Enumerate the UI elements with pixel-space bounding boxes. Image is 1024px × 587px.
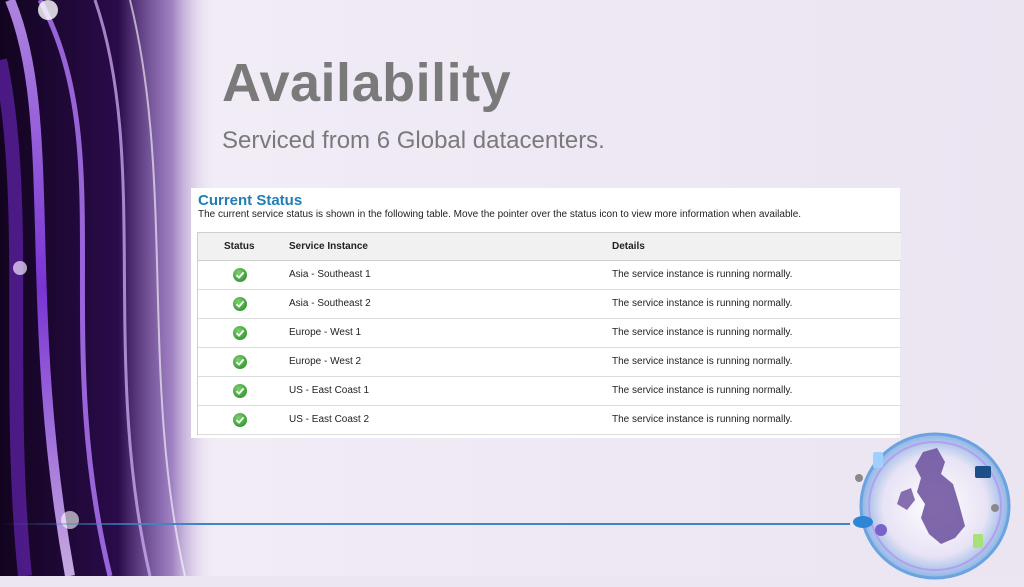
status-table: Status Service Instance Details Asia - S… [197, 232, 901, 435]
service-instance-name: Europe - West 2 [289, 356, 362, 367]
service-instance-name: Asia - Southeast 1 [289, 269, 371, 280]
service-instance-name: US - East Coast 1 [289, 385, 370, 396]
table-header-row: Status Service Instance Details [198, 233, 901, 261]
service-details: The service instance is running normally… [612, 327, 793, 338]
table-row: Asia - Southeast 2 The service instance … [198, 290, 901, 319]
uk-map-globe-icon [845, 422, 1013, 582]
check-circle-icon[interactable] [233, 413, 247, 427]
check-circle-icon[interactable] [233, 384, 247, 398]
service-details: The service instance is running normally… [612, 385, 793, 396]
service-instance-name: Europe - West 1 [289, 327, 362, 338]
column-header-details: Details [612, 241, 645, 252]
slide-subtitle: Serviced from 6 Global datacenters. [222, 127, 605, 154]
purple-light-streaks [0, 0, 215, 576]
table-row: US - East Coast 1 The service instance i… [198, 377, 901, 406]
table-row: Europe - West 1 The service instance is … [198, 319, 901, 348]
service-details: The service instance is running normally… [612, 298, 793, 309]
check-circle-icon[interactable] [233, 297, 247, 311]
service-instance-name: US - East Coast 2 [289, 414, 370, 425]
service-details: The service instance is running normally… [612, 414, 793, 425]
check-circle-icon[interactable] [233, 268, 247, 282]
column-header-service-instance: Service Instance [289, 241, 368, 252]
service-instance-name: Asia - Southeast 2 [289, 298, 371, 309]
table-row: Europe - West 2 The service instance is … [198, 348, 901, 377]
check-circle-icon[interactable] [233, 355, 247, 369]
panel-title: Current Status [198, 192, 303, 209]
column-header-status: Status [224, 241, 255, 252]
service-details: The service instance is running normally… [612, 269, 793, 280]
slide-title: Availability [222, 53, 512, 113]
service-details: The service instance is running normally… [612, 356, 793, 367]
slide-divider-line [0, 523, 850, 525]
check-circle-icon[interactable] [233, 326, 247, 340]
table-row: US - East Coast 2 The service instance i… [198, 406, 901, 435]
table-row: Asia - Southeast 1 The service instance … [198, 261, 901, 290]
panel-description: The current service status is shown in t… [198, 209, 802, 220]
current-status-panel: Current Status The current service statu… [191, 188, 901, 438]
